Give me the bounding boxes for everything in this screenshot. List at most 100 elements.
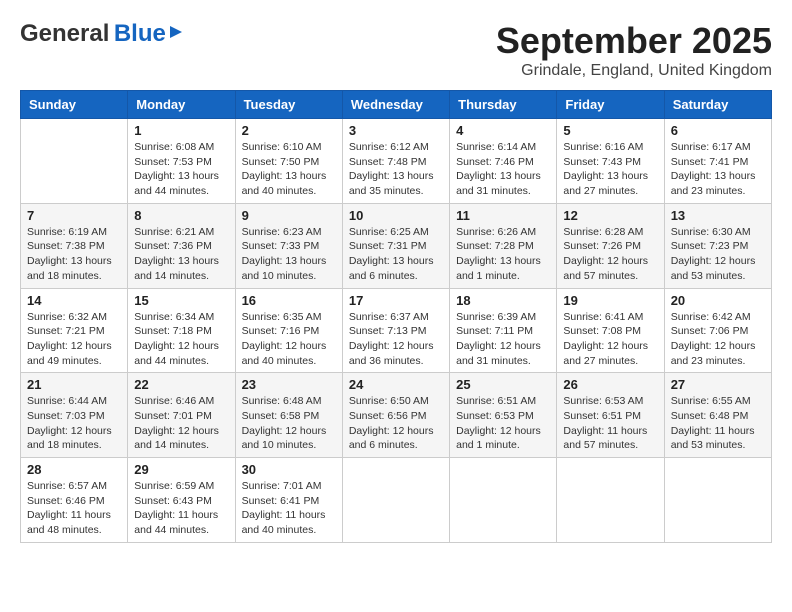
calendar-cell: 20Sunrise: 6:42 AMSunset: 7:06 PMDayligh… (664, 288, 771, 373)
calendar-cell: 22Sunrise: 6:46 AMSunset: 7:01 PMDayligh… (128, 373, 235, 458)
daylight-text: Daylight: 13 hours and 31 minutes. (456, 170, 541, 197)
col-wednesday: Wednesday (342, 91, 449, 119)
sunrise-text: Sunrise: 6:50 AM (349, 395, 429, 407)
day-info: Sunrise: 6:17 AMSunset: 7:41 PMDaylight:… (671, 140, 765, 199)
day-number: 26 (563, 377, 657, 392)
daylight-text: Daylight: 13 hours and 40 minutes. (242, 170, 327, 197)
logo-general: General (20, 20, 109, 47)
day-info: Sunrise: 6:53 AMSunset: 6:51 PMDaylight:… (563, 394, 657, 453)
daylight-text: Daylight: 12 hours and 53 minutes. (671, 255, 756, 282)
daylight-text: Daylight: 12 hours and 23 minutes. (671, 340, 756, 367)
calendar-cell: 10Sunrise: 6:25 AMSunset: 7:31 PMDayligh… (342, 203, 449, 288)
day-number: 18 (456, 293, 550, 308)
day-number: 9 (242, 208, 336, 223)
calendar-cell: 30 Sunrise: 7:01 AMSunset: 6:41 PMDayligh… (235, 458, 342, 543)
sunset-text: Sunset: 7:33 PM (242, 240, 320, 252)
col-sunday: Sunday (21, 91, 128, 119)
sunrise-text: Sunrise: 6:53 AM (563, 395, 643, 407)
day-info: Sunrise: 6:39 AMSunset: 7:11 PMDaylight:… (456, 310, 550, 369)
calendar-cell: 6 Sunrise: 6:17 AMSunset: 7:41 PMDaylight… (664, 119, 771, 204)
calendar-cell: 25Sunrise: 6:51 AMSunset: 6:53 PMDayligh… (450, 373, 557, 458)
day-info: Sunrise: 7:01 AMSunset: 6:41 PMDaylight:… (242, 479, 336, 538)
day-number: 1 (134, 123, 228, 138)
day-number: 10 (349, 208, 443, 223)
sunset-text: Sunset: 7:08 PM (563, 325, 641, 337)
day-number: 11 (456, 208, 550, 223)
sunrise-text: Sunrise: 6:37 AM (349, 311, 429, 323)
sunset-text: Sunset: 7:16 PM (242, 325, 320, 337)
day-number: 27 (671, 377, 765, 392)
day-number: 16 (242, 293, 336, 308)
day-info: Sunrise: 6:21 AMSunset: 7:36 PMDaylight:… (134, 225, 228, 284)
day-info: Sunrise: 6:48 AMSunset: 6:58 PMDaylight:… (242, 394, 336, 453)
logo: General Blue (20, 20, 166, 48)
logo-arrow-icon (170, 26, 182, 38)
sunrise-text: Sunrise: 6:08 AM (134, 141, 214, 153)
day-number: 6 (671, 123, 765, 138)
sunrise-text: Sunrise: 6:57 AM (27, 480, 107, 492)
day-info: Sunrise: 6:59 AMSunset: 6:43 PMDaylight:… (134, 479, 228, 538)
daylight-text: Daylight: 12 hours and 36 minutes. (349, 340, 434, 367)
sunrise-text: Sunrise: 6:14 AM (456, 141, 536, 153)
day-number: 22 (134, 377, 228, 392)
sunset-text: Sunset: 7:13 PM (349, 325, 427, 337)
sunrise-text: Sunrise: 6:32 AM (27, 311, 107, 323)
daylight-text: Daylight: 11 hours and 53 minutes. (671, 425, 755, 452)
sunset-text: Sunset: 7:48 PM (349, 156, 427, 168)
day-info: Sunrise: 6:37 AM Sunset: 7:13 PM Daylight:… (349, 310, 443, 369)
sunrise-text: Sunrise: 6:39 AM (456, 311, 536, 323)
calendar-cell: 9 Sunrise: 6:23 AMSunset: 7:33 PMDaylight… (235, 203, 342, 288)
calendar-cell: 24Sunrise: 6:50 AMSunset: 6:56 PMDayligh… (342, 373, 449, 458)
calendar-cell: 4Sunrise: 6:14 AMSunset: 7:46 PMDaylight… (450, 119, 557, 204)
sunset-text: Sunset: 7:06 PM (671, 325, 749, 337)
sunset-text: Sunset: 7:46 PM (456, 156, 534, 168)
sunset-text: Sunset: 7:01 PM (134, 410, 212, 422)
sunset-text: Sunset: 6:58 PM (242, 410, 320, 422)
day-info: Sunrise: 6:55 AMSunset: 6:48 PMDaylight:… (671, 394, 765, 453)
col-thursday: Thursday (450, 91, 557, 119)
day-info: Sunrise: 6:34 AMSunset: 7:18 PMDaylight:… (134, 310, 228, 369)
calendar-week-4: 21 Sunrise: 6:44 AM Sunset: 7:03 PM Dayligh… (21, 373, 772, 458)
logo-blue: Blue (114, 20, 166, 47)
col-monday: Monday (128, 91, 235, 119)
sunset-text: Sunset: 7:18 PM (134, 325, 212, 337)
day-info: Sunrise: 6:14 AM Sunset: 7:46 PM Daylight:… (456, 140, 550, 199)
day-info: Sunrise: 6:19 AMSunset: 7:38 PMDaylight:… (27, 225, 121, 284)
day-info: Sunrise: 6:32 AMSunset: 7:21 PMDaylight:… (27, 310, 121, 369)
sunset-text: Sunset: 7:03 PM (27, 410, 105, 422)
day-number: 7 (27, 208, 121, 223)
sunrise-text: Sunrise: 6:42 AM (671, 311, 751, 323)
day-info: Sunrise: 6:57 AMSunset: 6:46 PMDaylight:… (27, 479, 121, 538)
calendar-cell: 14Sunrise: 6:32 AMSunset: 7:21 PMDayligh… (21, 288, 128, 373)
daylight-text: Daylight: 12 hours and 14 minutes. (134, 425, 219, 452)
calendar-header-row: Sunday Monday Tuesday Wednesday Thursday… (21, 91, 772, 119)
sunrise-text: Sunrise: 6:16 AM (563, 141, 643, 153)
col-saturday: Saturday (664, 91, 771, 119)
col-friday: Friday (557, 91, 664, 119)
day-info: Sunrise: 6:23 AMSunset: 7:33 PMDaylight:… (242, 225, 336, 284)
page-header: General Blue September 2025 Grindale, En… (20, 20, 772, 80)
day-info: Sunrise: 6:51 AMSunset: 6:53 PMDaylight:… (456, 394, 550, 453)
calendar-cell: 28Sunrise: 6:57 AMSunset: 6:46 PMDayligh… (21, 458, 128, 543)
day-number: 21 (27, 377, 121, 392)
sunrise-text: Sunrise: 6:25 AM (349, 226, 429, 238)
day-number: 8 (134, 208, 228, 223)
col-tuesday: Tuesday (235, 91, 342, 119)
day-info: Sunrise: 6:26 AMSunset: 7:28 PMDaylight:… (456, 225, 550, 284)
daylight-text: Daylight: 13 hours and 44 minutes. (134, 170, 219, 197)
sunrise-text: Sunrise: 7:01 AM (242, 480, 322, 492)
day-number: 30 (242, 462, 336, 477)
daylight-text: Daylight: 13 hours and 18 minutes. (27, 255, 112, 282)
sunset-text: Sunset: 7:23 PM (671, 240, 749, 252)
calendar-cell: 18 Sunrise: 6:39 AMSunset: 7:11 PMDayligh… (450, 288, 557, 373)
calendar-cell: 2Sunrise: 6:10 AMSunset: 7:50 PMDaylight… (235, 119, 342, 204)
sunrise-text: Sunrise: 6:30 AM (671, 226, 751, 238)
calendar-cell: 3Sunrise: 6:12 AMSunset: 7:48 PMDaylight… (342, 119, 449, 204)
day-info: Sunrise: 6:12 AMSunset: 7:48 PMDaylight:… (349, 140, 443, 199)
daylight-text: Daylight: 12 hours and 40 minutes. (242, 340, 327, 367)
day-number: 17 (349, 293, 443, 308)
sunrise-text: Sunrise: 6:44 AM (27, 395, 107, 407)
sunset-text: Sunset: 6:56 PM (349, 410, 427, 422)
sunset-text: Sunset: 7:53 PM (134, 156, 212, 168)
daylight-text: Daylight: 12 hours and 6 minutes. (349, 425, 434, 452)
